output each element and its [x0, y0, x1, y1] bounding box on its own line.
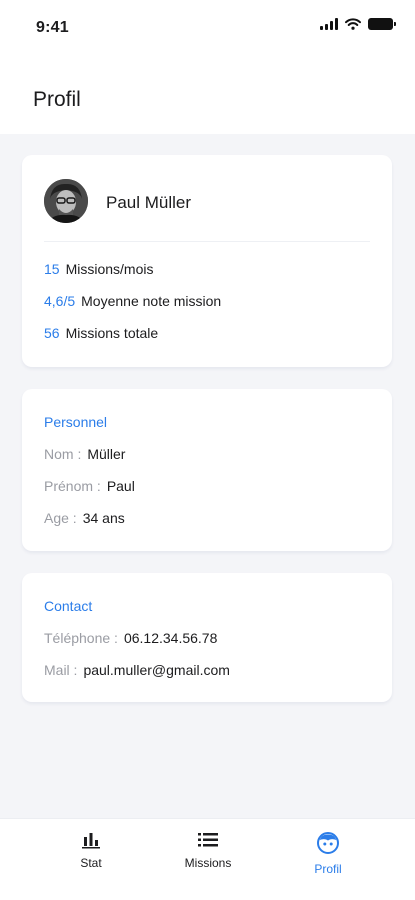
tab-label: Profil [314, 862, 342, 876]
stat-value: 4,6/5 [44, 293, 76, 309]
field-label: Prénom : [44, 478, 101, 494]
field-value: paul.muller@gmail.com [83, 662, 230, 678]
wifi-icon [345, 18, 361, 30]
stat-value: 56 [44, 325, 60, 341]
signal-icon [320, 18, 338, 30]
status-bar: 9:41 [0, 0, 415, 56]
tab-profil[interactable]: Profil [283, 831, 373, 876]
tab-missions[interactable]: Missions [163, 831, 253, 870]
stat-total-missions: 56 Missions totale [44, 325, 158, 341]
field-last-name: Nom : Müller [44, 446, 125, 462]
field-label: Téléphone : [44, 630, 118, 646]
stat-value: 15 [44, 261, 60, 277]
header: Profil [0, 56, 415, 134]
section-title-personal: Personnel [44, 414, 108, 430]
face-icon [317, 832, 339, 854]
status-icons [320, 18, 396, 30]
avatar[interactable] [44, 179, 88, 223]
personal-card: Personnel Nom : Müller Prénom : Paul Age :… [22, 389, 392, 551]
field-label: Nom : [44, 446, 82, 462]
field-value: Paul [106, 478, 135, 494]
stat-missions-per-month: 15 Missions/mois [44, 261, 153, 277]
status-time: 9:41 [36, 19, 69, 36]
tab-label: Stat [80, 856, 102, 870]
field-age: Age : 34 ans [44, 510, 125, 526]
field-first-name: Prénom : Paul [44, 478, 135, 494]
section-title-contact: Contact [44, 598, 93, 614]
field-phone: Téléphone : 06.12.34.56.78 [44, 630, 217, 646]
contact-card: Contact Téléphone : 06.12.34.56.78 Mail :… [22, 573, 392, 702]
tab-label: Missions [184, 856, 232, 870]
field-value: 34 ans [82, 510, 125, 526]
field-label: Mail : [44, 662, 78, 678]
profile-card: Paul Müller 15 Missions/mois 4,6/5 Moyenne… [22, 155, 392, 367]
user-name: Paul Müller [106, 193, 192, 212]
field-email: Mail : paul.muller@gmail.com [44, 662, 230, 678]
divider [44, 241, 370, 242]
page-title: Profil [33, 88, 81, 111]
stat-label: Missions/mois [65, 261, 154, 277]
tab-stat[interactable]: Stat [46, 831, 136, 870]
stat-label: Moyenne note mission [81, 293, 222, 309]
tab-bar: Stat Missions Profil [0, 818, 415, 900]
field-value: 06.12.34.56.78 [123, 630, 218, 646]
field-label: Age : [44, 510, 77, 526]
list-icon [198, 833, 218, 847]
field-value: Müller [87, 446, 126, 462]
stat-label: Missions totale [65, 325, 159, 341]
bar-chart-icon [82, 833, 100, 849]
stat-average-rating: 4,6/5 Moyenne note mission [44, 293, 221, 309]
battery-icon [368, 18, 396, 30]
avatar-photo [44, 179, 88, 223]
